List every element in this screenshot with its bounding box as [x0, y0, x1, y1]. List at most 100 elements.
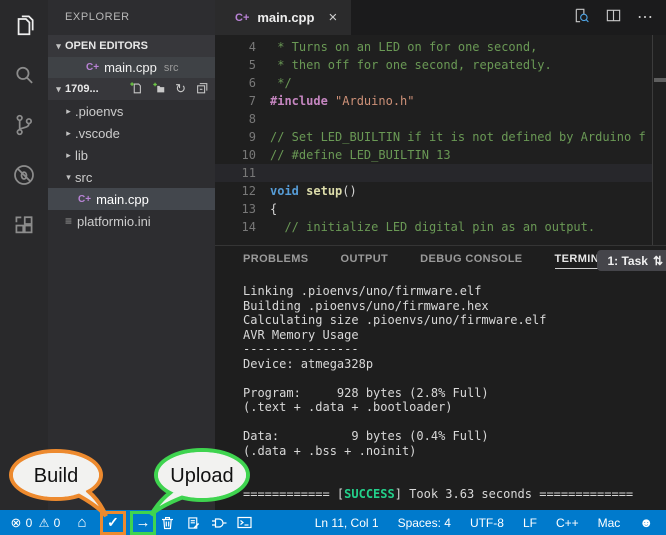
- code-token: * then off for one second, repeatedly.: [270, 58, 552, 72]
- more-actions-icon[interactable]: ⋯: [637, 13, 653, 23]
- code-line-4[interactable]: 4 * Turns on an LED on for one second,: [215, 38, 666, 56]
- code-line-8[interactable]: 8: [215, 110, 666, 128]
- folder-actions: ↻: [129, 81, 209, 98]
- code-line-13[interactable]: 13{: [215, 200, 666, 218]
- code-line-6[interactable]: 6 */: [215, 74, 666, 92]
- terminal-icon[interactable]: [235, 510, 253, 535]
- code-token: // initialize LED digital pin as an outp…: [270, 220, 595, 234]
- tree-item-label: platformio.ini: [77, 214, 151, 229]
- search-icon[interactable]: [0, 50, 48, 100]
- code-token: [328, 94, 335, 108]
- line-content: * then off for one second, repeatedly.: [270, 56, 552, 74]
- tree-item-pioenvs[interactable]: ▸.pioenvs: [48, 100, 215, 122]
- folder-section-header[interactable]: ▾ 1709... ↻: [48, 78, 215, 100]
- panel-tab-problems[interactable]: PROBLEMS: [243, 253, 309, 269]
- scrollbar-thumb[interactable]: [654, 78, 666, 82]
- line-number: 13: [215, 200, 256, 218]
- task-selector[interactable]: 1: Task ⇅: [597, 250, 666, 271]
- pio-tasks-icon[interactable]: [185, 510, 201, 535]
- feedback-smiley-icon[interactable]: ☻: [639, 515, 653, 530]
- editor-group: C+ main.cpp × ⋯ 4 * Turns on an LED on f…: [215, 0, 666, 510]
- status-item-mac[interactable]: Mac: [598, 516, 621, 530]
- line-number: 7: [215, 92, 256, 110]
- code-token: * Turns on an LED on for one second,: [270, 40, 537, 54]
- panel-tab-debug-console[interactable]: DEBUG CONSOLE: [420, 253, 522, 269]
- error-count[interactable]: 0: [23, 510, 35, 535]
- tree-item-label: .pioenvs: [75, 104, 123, 119]
- code-line-14[interactable]: 14 // initialize LED digital pin as an o…: [215, 218, 666, 236]
- terminal-text: Data: 9 bytes (0.4% Full): [243, 429, 489, 443]
- refresh-button[interactable]: ↻: [175, 81, 186, 97]
- line-content: */: [270, 74, 292, 92]
- pio-clean-icon[interactable]: [159, 510, 175, 535]
- error-icon[interactable]: ⊗: [8, 510, 24, 535]
- status-item-lf[interactable]: LF: [523, 516, 537, 530]
- file-tree: ▸.pioenvs▸.vscode▸lib▾srcC+main.cpp≡plat…: [48, 100, 215, 232]
- debug-icon[interactable]: [0, 150, 48, 200]
- tab-main-cpp[interactable]: C+ main.cpp ×: [215, 0, 351, 35]
- code-token: setup: [306, 184, 342, 198]
- tree-item-label: .vscode: [75, 126, 120, 141]
- source-control-icon[interactable]: [0, 100, 48, 150]
- line-content: * Turns on an LED on for one second,: [270, 38, 537, 56]
- editor-title-actions: ⋯: [573, 0, 666, 35]
- open-editors-header[interactable]: ▾ OPEN EDITORS: [48, 35, 215, 57]
- code-token: void: [270, 184, 299, 198]
- line-number: 12: [215, 182, 256, 200]
- panel-tab-output[interactable]: OUTPUT: [341, 253, 389, 269]
- terminal-text: Linking .pioenvs/uno/firmware.elf: [243, 284, 481, 298]
- terminal-output[interactable]: Linking .pioenvs/uno/firmware.elfBuildin…: [215, 276, 666, 502]
- terminal-text: Calculating size .pioenvs/uno/firmware.e…: [243, 313, 546, 327]
- vscode-window: { "colors": { "statusbar": "#007ACC", "b…: [0, 0, 666, 535]
- terminal-line: [243, 371, 666, 386]
- collapse-all-button[interactable]: [195, 81, 209, 98]
- terminal-text: ----------------: [243, 342, 359, 356]
- terminal-text: SUCCESS: [344, 487, 395, 501]
- code-token: // #define LED_BUILTIN 13: [270, 148, 451, 162]
- chevron-down-icon: ▾: [52, 41, 65, 52]
- split-editor-icon[interactable]: [605, 7, 622, 29]
- status-item-c-[interactable]: C++: [556, 516, 579, 530]
- code-line-9[interactable]: 9// Set LED_BUILTIN if it is not defined…: [215, 128, 666, 146]
- status-right-items: Ln 11, Col 1 Spaces: 4 UTF-8 LF C++ Mac ☻: [315, 510, 666, 535]
- open-preview-icon[interactable]: [573, 7, 590, 29]
- code-line-5[interactable]: 5 * then off for one second, repeatedly.: [215, 56, 666, 74]
- code-line-10[interactable]: 10// #define LED_BUILTIN 13: [215, 146, 666, 164]
- tree-item-lib[interactable]: ▸lib: [48, 144, 215, 166]
- explorer-icon[interactable]: [0, 0, 48, 50]
- new-folder-button[interactable]: [152, 81, 166, 98]
- tree-item-maincpp[interactable]: C+main.cpp: [48, 188, 215, 210]
- code-editor[interactable]: 4 * Turns on an LED on for one second,5 …: [215, 35, 666, 245]
- serial-monitor-plug-icon[interactable]: [209, 510, 229, 535]
- line-number: 14: [215, 218, 256, 236]
- status-item-utf-8[interactable]: UTF-8: [470, 516, 504, 530]
- code-line-11[interactable]: 11: [215, 164, 666, 182]
- tree-item-vscode[interactable]: ▸.vscode: [48, 122, 215, 144]
- code-line-12[interactable]: 12void setup(): [215, 182, 666, 200]
- code-token: */: [270, 76, 292, 90]
- folder-name: 1709...: [65, 83, 99, 95]
- open-editor-main-cpp[interactable]: C+ main.cpp src: [48, 57, 215, 78]
- tree-item-label: main.cpp: [96, 192, 149, 207]
- tree-item-src[interactable]: ▾src: [48, 166, 215, 188]
- new-file-button[interactable]: [129, 81, 143, 98]
- terminal-line: Program: 928 bytes (2.8% Full): [243, 386, 666, 401]
- task-selector-label: 1: Task: [607, 254, 647, 268]
- code-line-7[interactable]: 7#include "Arduino.h": [215, 92, 666, 110]
- warning-count[interactable]: 0: [51, 510, 63, 535]
- bottom-panel: PROBLEMSOUTPUTDEBUG CONSOLETERMINAL 1: T…: [215, 245, 666, 510]
- status-item-spaces-4[interactable]: Spaces: 4: [398, 516, 451, 530]
- editor-scrollbar[interactable]: [652, 35, 666, 245]
- terminal-line: ----------------: [243, 342, 666, 357]
- terminal-line: [243, 458, 666, 473]
- tree-item-platformioini[interactable]: ≡platformio.ini: [48, 210, 215, 232]
- line-content: // initialize LED digital pin as an outp…: [270, 218, 595, 236]
- warning-icon[interactable]: ⚠: [36, 510, 52, 535]
- pio-home-icon[interactable]: ⌂: [73, 510, 91, 535]
- line-number: 8: [215, 110, 256, 128]
- terminal-line: [243, 415, 666, 430]
- status-item-ln-11-col-1[interactable]: Ln 11, Col 1: [315, 516, 379, 530]
- extensions-icon[interactable]: [0, 200, 48, 250]
- close-icon[interactable]: ×: [328, 9, 337, 26]
- terminal-line: Device: atmega328p: [243, 357, 666, 372]
